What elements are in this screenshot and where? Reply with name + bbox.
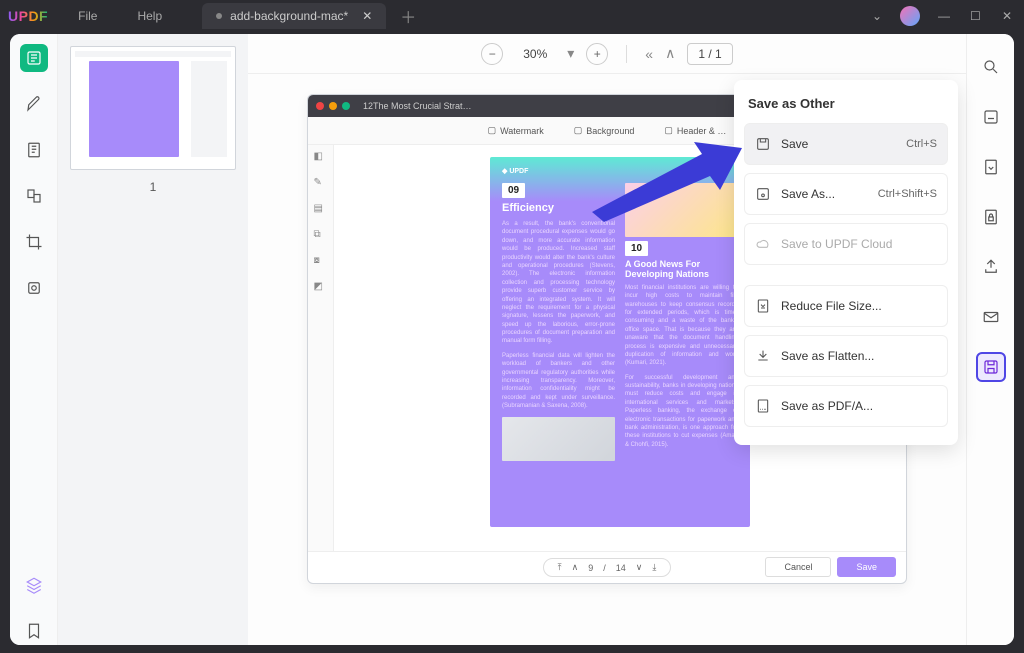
right-toolbar — [966, 34, 1014, 645]
page-indicator[interactable]: 1 / 1 — [687, 43, 732, 65]
chevron-down-icon[interactable]: ⌄ — [872, 9, 882, 23]
pager-prev-icon[interactable]: ∧ — [572, 562, 579, 573]
inner-left-tools: ◧ ✎ ▤ ⧉ ⧇ ◩ — [308, 145, 334, 551]
search-icon[interactable] — [976, 52, 1006, 82]
menu-label: Save as Flatten... — [781, 349, 874, 363]
close-window-button[interactable]: ✕ — [1002, 9, 1016, 23]
menu-file[interactable]: File — [78, 9, 97, 23]
inner-tool-icon[interactable]: ✎ — [314, 177, 328, 191]
menu-label: Save — [781, 137, 808, 151]
body-text: Most financial institutions are willing … — [625, 284, 738, 368]
tab-header-footer[interactable]: ▢ Header & … — [664, 125, 726, 136]
section-number: 09 — [502, 183, 525, 198]
thumbnail-panel: 1 — [58, 34, 248, 645]
mac-close-icon[interactable] — [316, 102, 324, 110]
bookmark-icon[interactable] — [20, 617, 48, 645]
new-tab-button[interactable]: ＋ — [400, 4, 416, 28]
minimize-button[interactable]: — — [938, 9, 952, 23]
zoom-dropdown-icon[interactable]: ▾ — [567, 45, 574, 62]
inner-pager: ⤒ ∧ 9 / 14 ∨ ⤓ — [543, 558, 672, 577]
inner-tool-icon[interactable]: ▤ — [314, 203, 328, 217]
save-as-other-icon[interactable] — [976, 352, 1006, 382]
menu-save-cloud[interactable]: Save to UPDF Cloud — [744, 223, 948, 265]
tab-title: add-background-mac* — [230, 9, 348, 23]
menu-save-pdfa[interactable]: Save as PDF/A... — [744, 385, 948, 427]
doc-image — [502, 417, 615, 461]
tab-watermark[interactable]: ▢ Watermark — [488, 125, 544, 136]
pager-total: 14 — [616, 563, 626, 573]
menu-shortcut: Ctrl+Shift+S — [878, 188, 937, 200]
thumbnail-page-number: 1 — [70, 180, 236, 194]
menu-label: Reduce File Size... — [781, 299, 882, 313]
pager-current: 9 — [588, 563, 593, 573]
left-toolbar — [10, 34, 58, 645]
ocr-icon[interactable] — [976, 102, 1006, 132]
zoom-value[interactable]: 30% — [515, 47, 555, 61]
document-tab[interactable]: add-background-mac* ✕ — [202, 3, 386, 29]
menu-shortcut: Ctrl+S — [906, 138, 937, 150]
menu-label: Save to UPDF Cloud — [781, 237, 892, 251]
body-text: For successful development and sustainab… — [625, 374, 738, 450]
tab-indicator-icon — [216, 13, 222, 19]
inner-title: 12The Most Crucial Strat… — [363, 101, 472, 111]
inner-cancel-button[interactable]: Cancel — [765, 557, 831, 577]
menu-help[interactable]: Help — [137, 9, 162, 23]
first-page-icon[interactable]: « — [645, 46, 653, 62]
section-number: 10 — [625, 241, 648, 256]
app-logo: UPDF — [8, 8, 48, 24]
total-pages: 1 — [715, 47, 722, 61]
tab-close-icon[interactable]: ✕ — [362, 9, 372, 23]
body-text: As a result, the bank's conventional doc… — [502, 220, 615, 346]
email-icon[interactable] — [976, 302, 1006, 332]
mac-min-icon[interactable] — [329, 102, 337, 110]
menu-reduce-size[interactable]: Reduce File Size... — [744, 285, 948, 327]
protect-icon[interactable] — [976, 202, 1006, 232]
zoom-in-button[interactable]: + — [586, 43, 608, 65]
separator — [626, 45, 627, 63]
page-tool-icon[interactable] — [20, 182, 48, 210]
inner-tool-icon[interactable]: ◧ — [314, 151, 328, 165]
tab-background[interactable]: ▢ Background — [574, 125, 635, 136]
zoom-out-button[interactable]: − — [481, 43, 503, 65]
pager-next-icon[interactable]: ∨ — [636, 562, 643, 573]
body-text: Paperless financial data will lighten th… — [502, 352, 615, 411]
doc-brand: ◆ UPDF — [502, 167, 738, 175]
mac-max-icon[interactable] — [342, 102, 350, 110]
pager-first-icon[interactable]: ⤒ — [558, 562, 562, 573]
current-page: 1 — [698, 47, 705, 61]
titlebar: UPDF File Help add-background-mac* ✕ ＋ ⌄… — [0, 0, 1024, 32]
save-as-other-popover: Save as Other Save Ctrl+S Save As... Ctr… — [734, 80, 958, 445]
user-avatar[interactable] — [900, 6, 920, 26]
convert-icon[interactable] — [976, 152, 1006, 182]
titlebar-right: ⌄ — ☐ ✕ — [872, 6, 1016, 26]
menu-label: Save as PDF/A... — [781, 399, 873, 413]
menu-save-as[interactable]: Save As... Ctrl+Shift+S — [744, 173, 948, 215]
layers-icon[interactable] — [20, 571, 48, 599]
section-heading: Efficiency — [502, 202, 615, 214]
section-heading: A Good News For Developing Nations — [625, 260, 738, 280]
pager-last-icon[interactable]: ⤓ — [652, 562, 656, 573]
page-separator: / — [708, 47, 711, 61]
inner-save-button[interactable]: Save — [837, 557, 896, 577]
tools-icon[interactable] — [20, 274, 48, 302]
menu-save[interactable]: Save Ctrl+S — [744, 123, 948, 165]
crop-tool-icon[interactable] — [20, 228, 48, 256]
share-icon[interactable] — [976, 252, 1006, 282]
doc-image — [625, 183, 738, 237]
inner-tool-icon[interactable]: ⧉ — [314, 229, 328, 243]
maximize-button[interactable]: ☐ — [970, 9, 984, 23]
inner-tool-icon[interactable]: ⧇ — [314, 255, 328, 269]
menu-save-flatten[interactable]: Save as Flatten... — [744, 335, 948, 377]
reader-mode-icon[interactable] — [20, 44, 48, 72]
popover-title: Save as Other — [744, 90, 948, 123]
prev-page-icon[interactable]: ∧ — [665, 45, 675, 62]
inner-tool-icon[interactable]: ◩ — [314, 281, 328, 295]
view-toolbar: − 30% ▾ + « ∧ 1 / 1 — [248, 34, 966, 74]
menu-label: Save As... — [781, 187, 835, 201]
app-frame: 1 − 30% ▾ + « ∧ 1 / 1 12The Most Cr — [10, 34, 1014, 645]
edit-tool-icon[interactable] — [20, 136, 48, 164]
comment-tool-icon[interactable] — [20, 90, 48, 118]
document-page: ◆ UPDF 09 Efficiency As a result, the ba… — [490, 157, 750, 527]
page-thumbnail[interactable] — [70, 46, 236, 170]
